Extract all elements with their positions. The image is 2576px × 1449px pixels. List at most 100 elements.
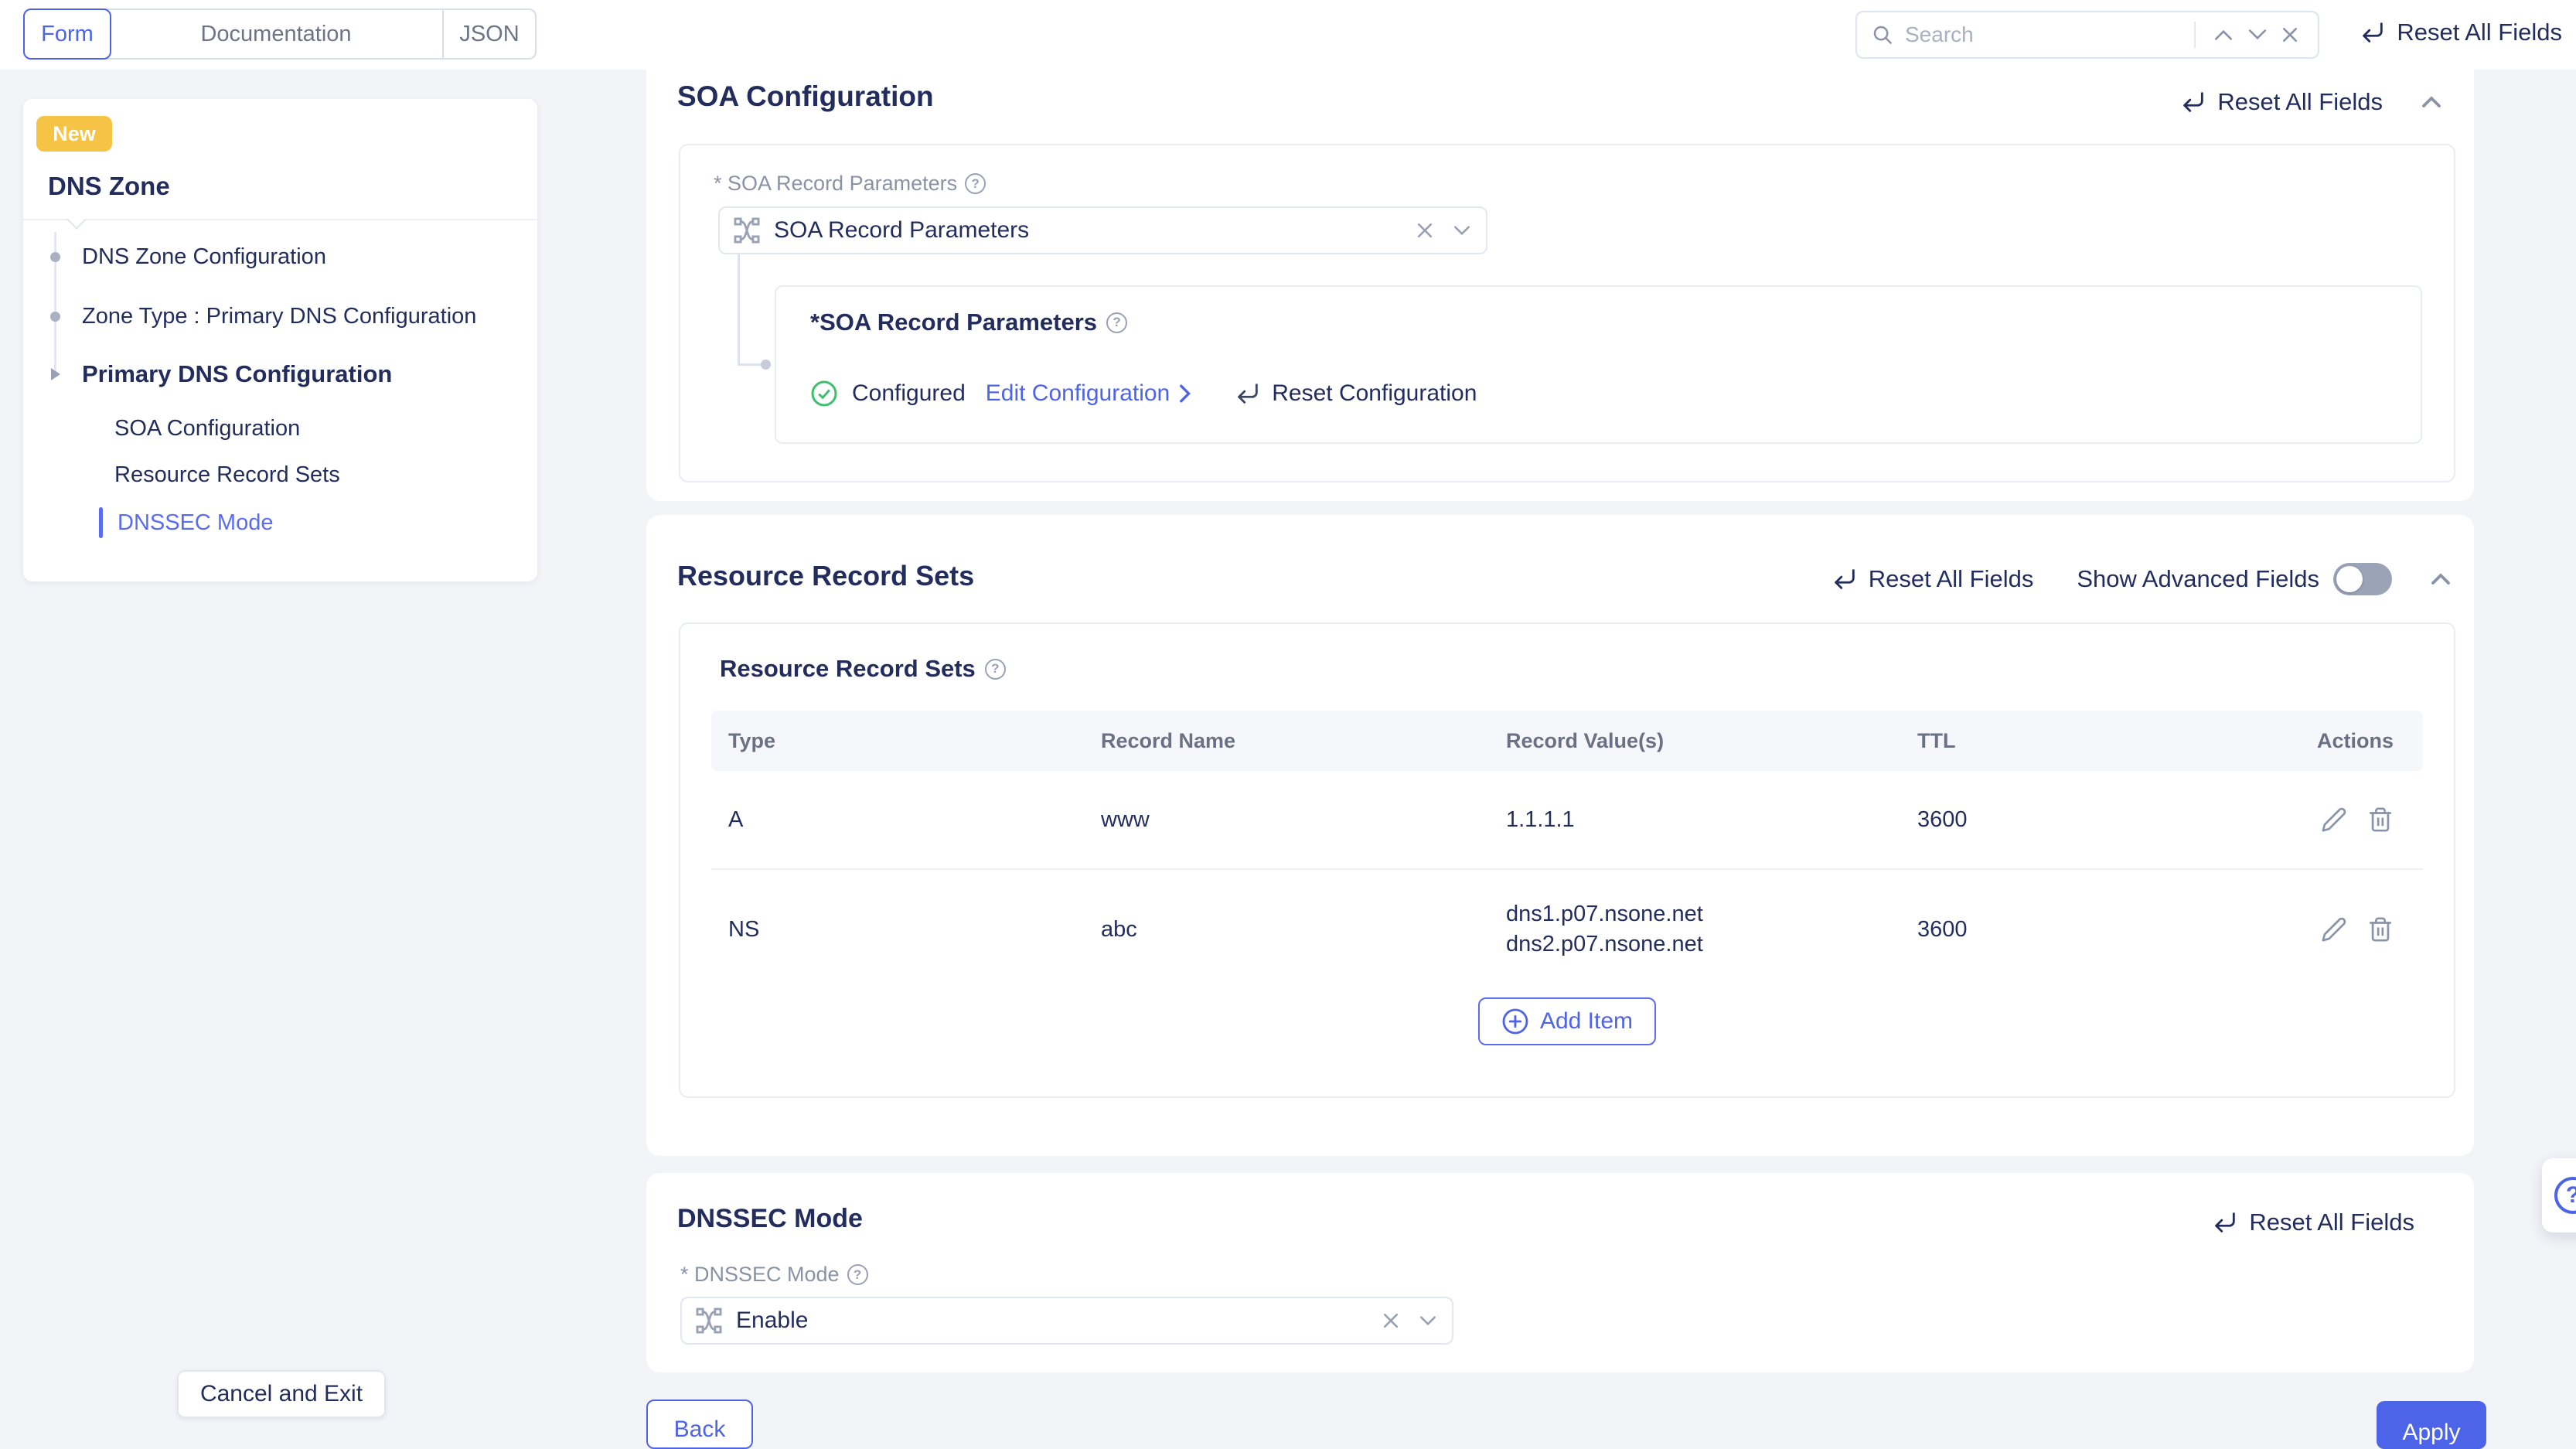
- sidebar-item-soa-configuration[interactable]: SOA Configuration: [23, 411, 537, 446]
- undo-icon: [2215, 1212, 2236, 1233]
- plus-circle-icon: [1502, 1008, 1528, 1035]
- sidebar-item-dnssec-mode[interactable]: DNSSEC Mode: [23, 505, 537, 540]
- search-input[interactable]: [1905, 22, 2183, 47]
- sidebar-divider: [23, 219, 537, 220]
- dnssec-field-label: * DNSSEC Mode ?: [680, 1263, 868, 1287]
- help-icon[interactable]: ?: [847, 1264, 868, 1285]
- dropdown-value: SOA Record Parameters: [774, 217, 1030, 243]
- sidebar-collapse-notch[interactable]: [66, 210, 87, 230]
- field-label-text: * SOA Record Parameters: [714, 172, 958, 195]
- col-header-actions: Actions: [2316, 728, 2394, 752]
- schema-branch-icon: [732, 216, 762, 245]
- reset-all-fields-global[interactable]: Reset All Fields: [2360, 19, 2562, 46]
- tab-form[interactable]: Form: [23, 9, 111, 60]
- field-label-text: * DNSSEC Mode: [680, 1263, 840, 1286]
- search-clear-icon[interactable]: [2274, 26, 2305, 43]
- cell-record-value: 1.1.1.1: [1506, 806, 1575, 832]
- subcard-title: *SOA Record Parameters ?: [810, 309, 1128, 336]
- help-icon[interactable]: ?: [984, 658, 1006, 680]
- cancel-and-exit-button[interactable]: Cancel and Exit: [177, 1370, 386, 1418]
- help-icon[interactable]: ?: [1106, 312, 1128, 333]
- help-circle-icon: ?: [2554, 1177, 2576, 1214]
- show-advanced-fields-toggle[interactable]: [2333, 563, 2392, 595]
- chevron-down-icon[interactable]: [1418, 1314, 1438, 1327]
- undo-icon: [2183, 92, 2204, 112]
- tab-documentation[interactable]: Documentation: [110, 10, 442, 58]
- section-title: Resource Record Sets: [677, 560, 975, 592]
- chevron-down-icon[interactable]: [1452, 224, 1472, 237]
- collapse-section-icon[interactable]: [2429, 572, 2452, 586]
- section-title: SOA Configuration: [677, 80, 934, 112]
- back-button[interactable]: Back: [646, 1400, 753, 1449]
- clear-icon[interactable]: [1415, 220, 1435, 240]
- resource-record-sets-section: Resource Record Sets Reset All Fields Sh…: [646, 515, 2474, 1156]
- table-row: NS abc dns1.p07.nsone.net dns2.p07.nsone…: [711, 870, 2423, 989]
- rrs-card: Resource Record Sets ? Type Record Name …: [679, 622, 2455, 1098]
- connector-dot: [761, 360, 771, 370]
- col-header-ttl: TTL: [1917, 728, 1956, 752]
- delete-row-icon[interactable]: [2367, 916, 2394, 943]
- add-item-button[interactable]: Add Item: [1477, 997, 1657, 1045]
- sidebar-item-label: Primary DNS Configuration: [82, 360, 393, 387]
- reset-configuration-button[interactable]: Reset Configuration: [1235, 380, 1477, 407]
- reset-all-fields-label: Reset All Fields: [2217, 88, 2383, 115]
- delete-row-icon[interactable]: [2367, 806, 2394, 833]
- search-next-icon[interactable]: [2240, 28, 2274, 42]
- reset-all-fields-label: Reset All Fields: [2397, 19, 2562, 46]
- cell-type: NS: [728, 916, 760, 942]
- section-title: DNSSEC Mode: [677, 1204, 863, 1233]
- sidebar-item-zone-type[interactable]: Zone Type : Primary DNS Configuration: [23, 298, 537, 334]
- sidebar: New DNS Zone DNS Zone Configuration Zone…: [23, 99, 537, 581]
- search-prev-icon[interactable]: [2206, 28, 2240, 42]
- sidebar-item-label: SOA Configuration: [114, 415, 301, 441]
- help-fab[interactable]: ?: [2542, 1158, 2576, 1233]
- rrs-reset-all-fields[interactable]: Reset All Fields: [1831, 565, 2034, 593]
- tab-json[interactable]: JSON: [442, 10, 535, 58]
- arrow-right-icon: [51, 368, 60, 380]
- cell-record-value: dns1.p07.nsone.net dns2.p07.nsone.net: [1489, 899, 1900, 960]
- edit-row-icon[interactable]: [2321, 916, 2347, 943]
- undo-icon: [1238, 384, 1258, 404]
- sidebar-item-resource-record-sets[interactable]: Resource Record Sets: [23, 457, 537, 493]
- dnssec-mode-dropdown[interactable]: Enable: [680, 1297, 1453, 1345]
- soa-parameters-dropdown[interactable]: SOA Record Parameters: [718, 206, 1487, 254]
- sidebar-item-primary-dns-configuration[interactable]: Primary DNS Configuration: [23, 355, 537, 394]
- edit-row-icon[interactable]: [2321, 806, 2347, 833]
- soa-parameters-card: * SOA Record Parameters ? SOA Record Par…: [679, 144, 2455, 482]
- collapse-section-icon[interactable]: [2420, 95, 2443, 109]
- sidebar-item-label: Resource Record Sets: [114, 462, 340, 487]
- clear-icon[interactable]: [1381, 1311, 1401, 1331]
- dnssec-reset-all-fields[interactable]: Reset All Fields: [2212, 1209, 2414, 1236]
- soa-configuration-section: SOA Configuration Reset All Fields * SOA…: [646, 70, 2474, 501]
- dropdown-value: Enable: [736, 1308, 809, 1333]
- sidebar-item-dns-zone-configuration[interactable]: DNS Zone Configuration: [23, 239, 537, 274]
- soa-param-field-label: * SOA Record Parameters ?: [714, 172, 986, 196]
- new-badge: New: [36, 116, 112, 152]
- search-icon: [1871, 23, 1894, 46]
- soa-reset-all-fields[interactable]: Reset All Fields: [2180, 88, 2383, 116]
- record-value-line: dns1.p07.nsone.net: [1506, 902, 1703, 926]
- col-header-record-name: Record Name: [1101, 728, 1236, 752]
- add-item-label: Add Item: [1539, 1008, 1634, 1034]
- edit-configuration-link[interactable]: Edit Configuration: [986, 380, 1191, 407]
- bullet-icon: [50, 311, 60, 322]
- soa-parameters-subcard: *SOA Record Parameters ? Configured Edit…: [775, 285, 2422, 444]
- col-header-record-values: Record Value(s): [1506, 728, 1665, 752]
- reset-all-fields-label: Reset All Fields: [2249, 1209, 2414, 1236]
- subcard-title-text: *SOA Record Parameters: [810, 309, 1098, 336]
- search-divider: [2194, 22, 2196, 48]
- check-circle-icon: [810, 380, 838, 407]
- reset-configuration-label: Reset Configuration: [1272, 380, 1477, 406]
- apply-button[interactable]: Apply: [2377, 1401, 2486, 1449]
- cell-type: A: [728, 806, 744, 832]
- table-row: A www 1.1.1.1 3600: [711, 771, 2423, 868]
- rrs-table: Type Record Name Record Value(s) TTL Act…: [711, 711, 2423, 989]
- toggle-knob: [2336, 566, 2363, 592]
- schema-branch-icon: [694, 1306, 724, 1335]
- undo-icon: [1834, 569, 1855, 589]
- show-advanced-fields-label: Show Advanced Fields: [2077, 565, 2319, 592]
- reset-all-fields-label: Reset All Fields: [1868, 565, 2034, 592]
- record-value-line: dns2.p07.nsone.net: [1506, 932, 1703, 956]
- help-icon[interactable]: ?: [965, 173, 986, 194]
- rrs-card-title: Resource Record Sets ?: [720, 655, 1006, 683]
